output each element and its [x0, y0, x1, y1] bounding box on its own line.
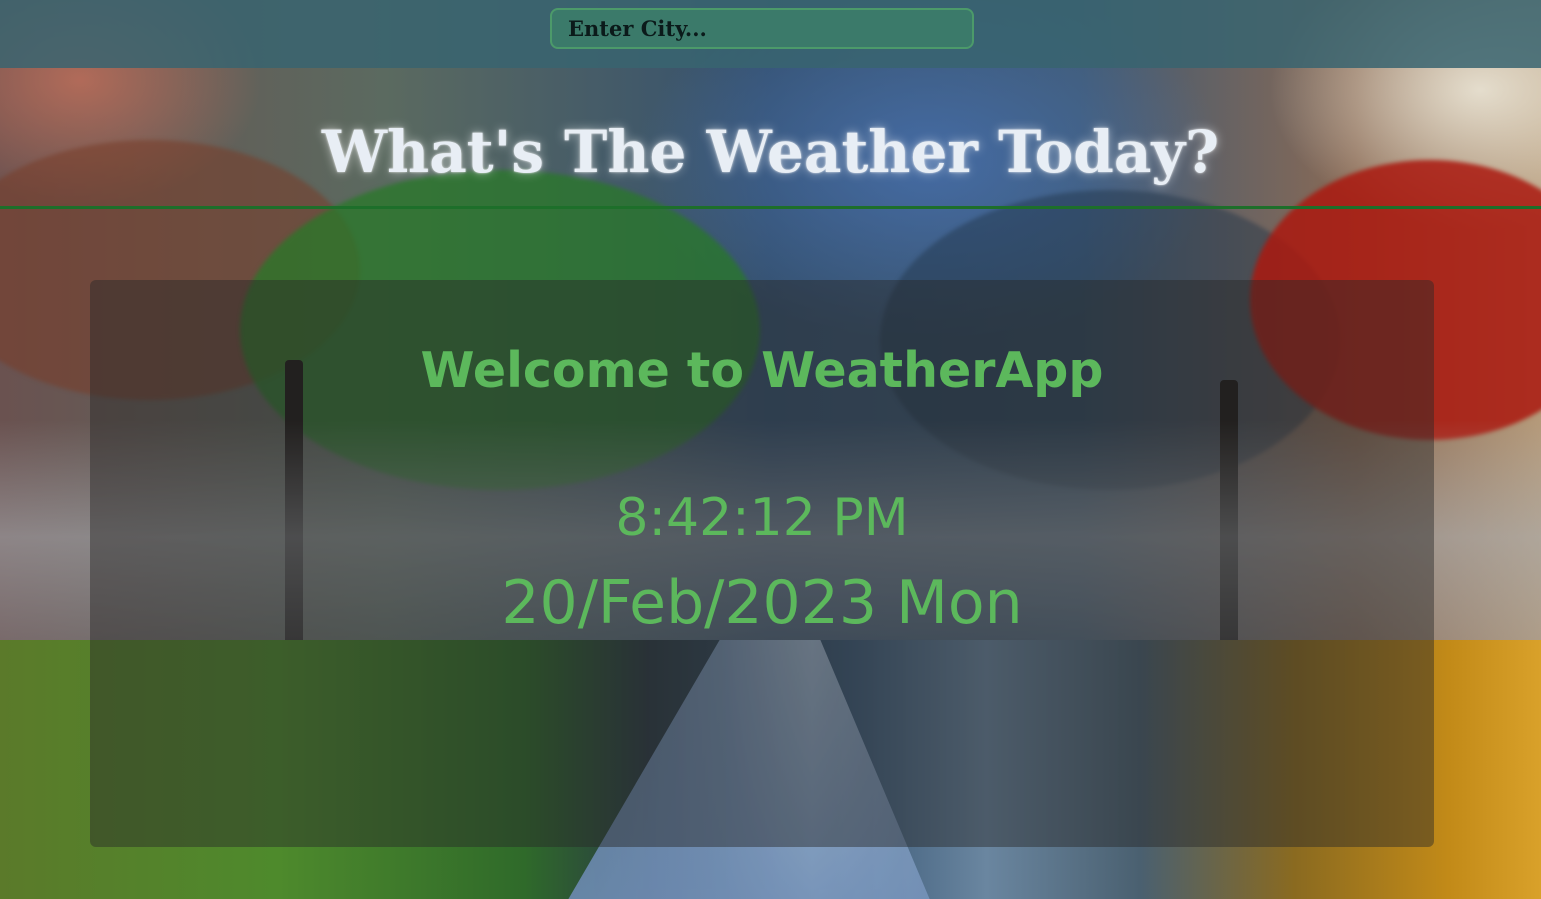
page-title: What's The Weather Today?: [321, 118, 1220, 186]
current-date: 20/Feb/2023 Mon: [501, 568, 1023, 638]
welcome-panel: Welcome to WeatherApp 8:42:12 PM 20/Feb/…: [90, 280, 1434, 847]
city-search-input[interactable]: [550, 8, 974, 49]
title-divider: [0, 206, 1541, 209]
current-time: 8:42:12 PM: [615, 488, 909, 548]
top-bar: [0, 0, 1541, 68]
welcome-heading: Welcome to WeatherApp: [420, 342, 1104, 399]
